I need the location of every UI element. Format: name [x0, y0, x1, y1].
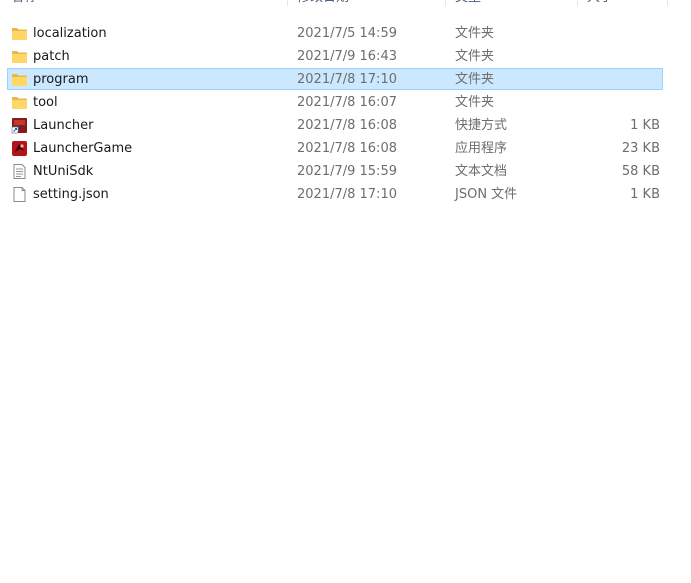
file-name: program	[33, 72, 89, 87]
file-name: setting.json	[33, 187, 109, 202]
shortcut-app-icon	[11, 118, 27, 134]
folder-icon	[12, 97, 27, 109]
file-date-modified: 2021/7/8 16:08	[297, 118, 397, 133]
file-date-modified: 2021/7/8 16:07	[297, 95, 397, 110]
file-row[interactable]: tool 2021/7/8 16:07 文件夹	[0, 91, 691, 114]
file-date-modified: 2021/7/5 14:59	[297, 26, 397, 41]
column-header-bar: 名称 修改日期 类型 大小	[0, 0, 691, 13]
file-row[interactable]: Launcher 2021/7/8 16:08 快捷方式 1 KB	[0, 114, 691, 137]
column-header-name[interactable]: 名称	[11, 0, 37, 13]
file-row-selected[interactable]: program 2021/7/8 17:10 文件夹	[0, 68, 691, 91]
file-date-modified: 2021/7/9 16:43	[297, 49, 397, 64]
app-icon	[12, 141, 27, 156]
file-type: 文件夹	[455, 72, 495, 87]
folder-icon	[12, 28, 27, 40]
file-type: 应用程序	[455, 141, 508, 156]
file-name: tool	[33, 95, 58, 110]
file-size: 1 KB	[630, 118, 660, 133]
file-name: NtUniSdk	[33, 164, 94, 179]
file-type: 文件夹	[455, 49, 495, 64]
file-date-modified: 2021/7/9 15:59	[297, 164, 397, 179]
file-type: 文件夹	[455, 95, 495, 110]
file-date-modified: 2021/7/8 17:10	[297, 187, 397, 202]
file-row[interactable]: NtUniSdk 2021/7/9 15:59 文本文档 58 KB	[0, 160, 691, 183]
file-list: localization 2021/7/5 14:59 文件夹 patch 20…	[0, 22, 691, 206]
file-date-modified: 2021/7/8 17:10	[297, 72, 397, 87]
blank-file-icon	[13, 187, 26, 202]
file-name: LauncherGame	[33, 141, 133, 156]
file-name: Launcher	[33, 118, 94, 133]
file-type: 文本文档	[455, 164, 508, 179]
column-header-size[interactable]: 大小	[587, 0, 613, 13]
file-type: 快捷方式	[455, 118, 508, 133]
file-name: localization	[33, 26, 107, 41]
file-row[interactable]: LauncherGame 2021/7/8 16:08 应用程序 23 KB	[0, 137, 691, 160]
file-name: patch	[33, 49, 70, 64]
file-date-modified: 2021/7/8 16:08	[297, 141, 397, 156]
folder-icon	[12, 74, 27, 86]
file-size: 1 KB	[630, 187, 660, 202]
column-divider[interactable]	[287, 0, 288, 6]
folder-icon	[12, 51, 27, 63]
file-type: JSON 文件	[455, 187, 518, 202]
text-document-icon	[13, 164, 26, 179]
file-size: 23 KB	[621, 141, 660, 156]
file-row[interactable]: patch 2021/7/9 16:43 文件夹	[0, 45, 691, 68]
column-divider[interactable]	[445, 0, 446, 6]
file-type: 文件夹	[455, 26, 495, 41]
column-divider[interactable]	[667, 0, 668, 6]
column-header-date[interactable]: 修改日期	[297, 0, 349, 13]
file-explorer-list: 名称 修改日期 类型 大小 localization 2021/7/5 14:5…	[0, 0, 691, 583]
column-divider[interactable]	[577, 0, 578, 6]
column-header-type[interactable]: 类型	[455, 0, 481, 13]
file-row[interactable]: setting.json 2021/7/8 17:10 JSON 文件 1 KB	[0, 183, 691, 206]
file-size: 58 KB	[621, 164, 660, 179]
file-row[interactable]: localization 2021/7/5 14:59 文件夹	[0, 22, 691, 45]
